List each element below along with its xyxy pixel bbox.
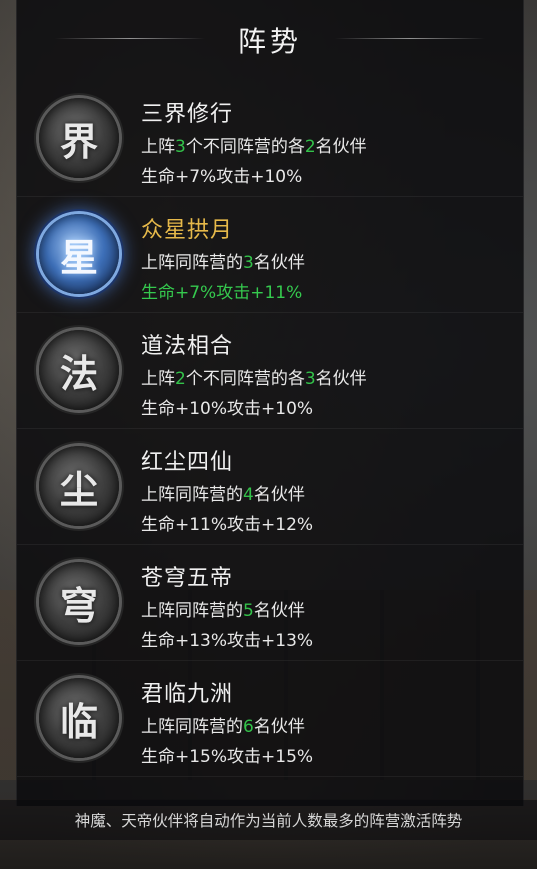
emblem-glyph: 尘: [59, 466, 98, 512]
formation-requirement: 上阵3个不同阵营的各2名伙伴: [141, 137, 367, 157]
formation-bonus: 生命+10%攻击+10%: [141, 399, 314, 419]
formation-row-sanjie[interactable]: 界 三界修行 上阵3个不同阵营的各2名伙伴 生命+7%攻击+10%: [17, 80, 523, 197]
formation-row-junlin[interactable]: 临 君临九洲 上阵同阵营的6名伙伴 生命+15%攻击+15%: [17, 660, 523, 777]
formation-name: 三界修行: [141, 102, 234, 127]
formation-bonus: 生命+15%攻击+15%: [141, 747, 314, 767]
formation-requirement: 上阵同阵营的6名伙伴: [141, 717, 305, 737]
title-divider-right: [335, 38, 485, 39]
jie-emblem-icon: 界: [39, 98, 119, 178]
formation-requirement: 上阵同阵营的5名伙伴: [141, 601, 305, 621]
formation-row-hongchen[interactable]: 尘 红尘四仙 上阵同阵营的4名伙伴 生命+11%攻击+12%: [17, 428, 523, 545]
panel-header: 阵势: [17, 0, 523, 80]
formation-bonus: 生命+13%攻击+13%: [141, 631, 314, 651]
formation-name: 红尘四仙: [141, 450, 234, 475]
emblem-glyph: 法: [59, 350, 98, 396]
fa-emblem-icon: 法: [39, 330, 119, 410]
formation-name: 苍穹五帝: [141, 566, 234, 591]
formation-row-zhongxing[interactable]: 星 众星拱月 上阵同阵营的3名伙伴 生命+7%攻击+11%: [17, 196, 523, 313]
formation-bonus: 生命+7%攻击+10%: [141, 167, 303, 187]
footer-note: 神魔、天帝伙伴将自动作为当前人数最多的阵营激活阵势: [0, 800, 537, 840]
emblem-glyph: 穹: [59, 582, 98, 628]
formation-name: 道法相合: [141, 334, 234, 359]
formation-requirement: 上阵同阵营的4名伙伴: [141, 485, 305, 505]
formation-row-cangqiong[interactable]: 穹 苍穹五帝 上阵同阵营的5名伙伴 生命+13%攻击+13%: [17, 544, 523, 661]
formation-name: 君临九洲: [141, 682, 234, 707]
emblem-glyph: 星: [59, 234, 98, 280]
emblem-glyph: 临: [59, 698, 98, 744]
panel-title: 阵势: [237, 25, 302, 58]
formation-name: 众星拱月: [141, 218, 234, 243]
formation-bonus: 生命+7%攻击+11%: [141, 283, 303, 303]
formation-row-daofa[interactable]: 法 道法相合 上阵2个不同阵营的各3名伙伴 生命+10%攻击+10%: [17, 312, 523, 429]
formation-requirement: 上阵同阵营的3名伙伴: [141, 253, 305, 273]
chen-emblem-icon: 尘: [39, 446, 119, 526]
formation-requirement: 上阵2个不同阵营的各3名伙伴: [141, 369, 367, 389]
title-divider-left: [55, 38, 205, 39]
emblem-glyph: 界: [59, 118, 98, 164]
qiong-emblem-icon: 穹: [39, 562, 119, 642]
lin-emblem-icon: 临: [39, 678, 119, 758]
xing-emblem-icon: 星: [39, 214, 119, 294]
formation-panel: 阵势 界 三界修行 上阵3个不同阵营的各2名伙伴 生命+7%攻击+10% 星 众…: [16, 0, 524, 806]
formation-bonus: 生命+11%攻击+12%: [141, 515, 314, 535]
